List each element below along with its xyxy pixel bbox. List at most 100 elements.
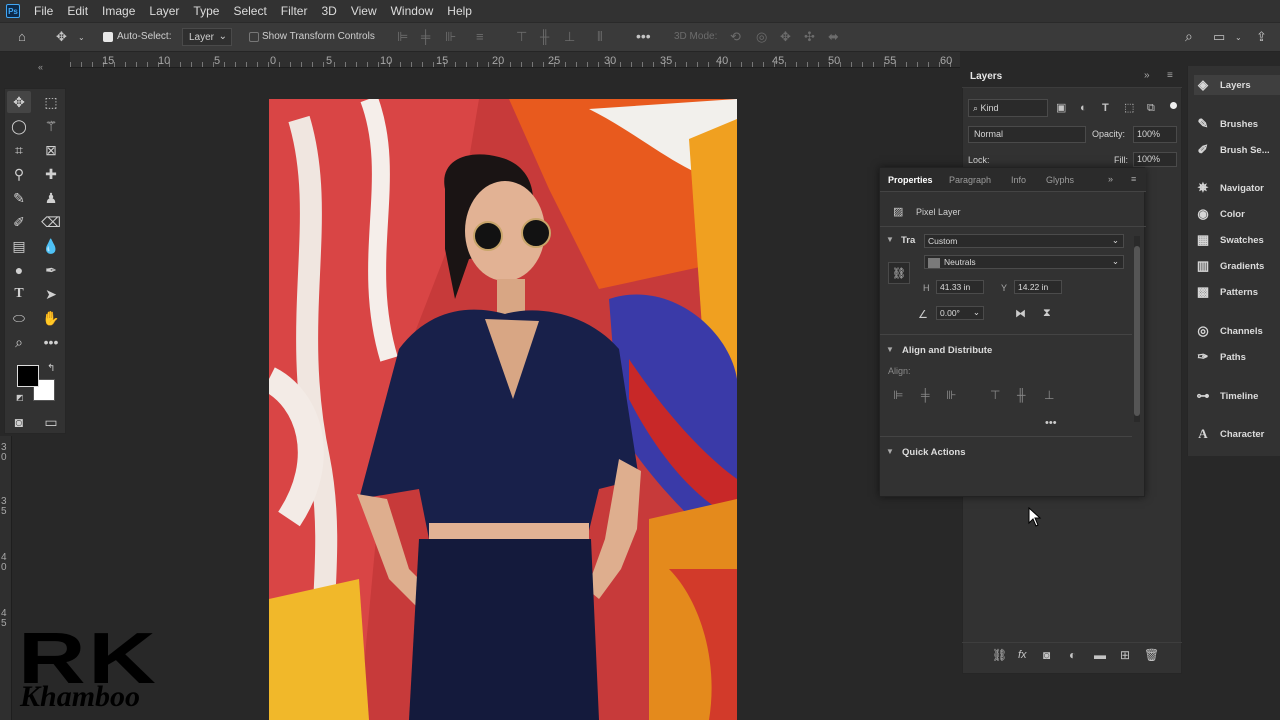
lasso-tool-icon[interactable]: ◯	[7, 115, 31, 137]
menu-layer[interactable]: Layer	[143, 4, 187, 18]
opacity-field[interactable]: 100%	[1133, 126, 1177, 143]
fx-icon[interactable]: fx	[1018, 648, 1027, 662]
delete-layer-icon[interactable]: 🗑	[1144, 648, 1159, 662]
brush-tool-icon[interactable]: ✎	[7, 187, 31, 209]
share-icon[interactable]: ⇪	[1256, 30, 1267, 44]
section-chevron-icon[interactable]: ▼	[886, 345, 894, 354]
transform-section-title[interactable]: Tra	[901, 235, 915, 246]
align-hcenter-icon[interactable]: ╪	[921, 388, 930, 402]
tab-info[interactable]: Info	[1011, 175, 1026, 185]
align-bottom-icon[interactable]: ⊥	[1044, 388, 1054, 402]
layer-filter-dropdown[interactable]: ⌕ Kind	[968, 99, 1048, 117]
pen-tool-icon[interactable]: ✒	[39, 259, 63, 281]
new-group-icon[interactable]: ▬	[1094, 648, 1106, 662]
menu-file[interactable]: File	[28, 4, 61, 18]
collapse-panel-icon[interactable]: »	[1144, 70, 1150, 81]
dock-gradients[interactable]: ▥ Gradients	[1194, 256, 1280, 276]
dock-paths[interactable]: ✑ Paths	[1194, 347, 1280, 367]
distribute-vertical-icon[interactable]: ⦀	[597, 30, 603, 44]
dock-brush-settings[interactable]: ✐ Brush Se...	[1194, 140, 1280, 160]
gradient-tool-icon[interactable]: ▤	[7, 235, 31, 257]
search-icon[interactable]: ⌕	[1185, 29, 1193, 43]
align-left-icon[interactable]: ⊫	[397, 30, 408, 44]
transform-preset-dropdown[interactable]: Custom ⌄	[924, 234, 1124, 248]
healing-brush-icon[interactable]: ✚	[39, 163, 63, 185]
menu-select[interactable]: Select	[227, 4, 274, 18]
quick-mask-icon[interactable]: ◙	[7, 411, 31, 433]
blend-mode-dropdown[interactable]: Normal	[968, 126, 1086, 143]
menu-type[interactable]: Type	[187, 4, 227, 18]
home-icon[interactable]: ⌂	[18, 30, 26, 44]
history-brush-icon[interactable]: ✐	[7, 211, 31, 233]
height-field[interactable]: 41.33 in	[936, 280, 984, 294]
move-tool-icon[interactable]: ✥	[56, 30, 67, 44]
path-selection-icon[interactable]: ➤	[39, 283, 63, 305]
dock-patterns[interactable]: ▩ Patterns	[1194, 282, 1280, 302]
chevron-down-icon[interactable]: ⌄	[78, 31, 85, 45]
type-filter-icon[interactable]: T	[1102, 101, 1109, 115]
blur-tool-icon[interactable]: 💧	[39, 235, 63, 257]
dock-color[interactable]: ◉ Color	[1194, 204, 1280, 224]
smart-object-filter-icon[interactable]: ⧉	[1147, 101, 1155, 115]
panel-menu-icon[interactable]: ≡	[1167, 70, 1173, 81]
workspace-chevron-icon[interactable]: ⌄	[1235, 31, 1242, 45]
align-vcenter-icon[interactable]: ╫	[1017, 388, 1026, 402]
default-colors-icon[interactable]: ◩	[16, 393, 24, 402]
3d-scale-icon[interactable]: ⬌	[828, 30, 839, 44]
edit-toolbar-icon[interactable]: •••	[39, 331, 63, 353]
marquee-tool-icon[interactable]: ⬚	[39, 91, 63, 113]
link-layers-icon[interactable]: ⛓	[992, 648, 1007, 662]
y-field[interactable]: 14.22 in	[1014, 280, 1062, 294]
tab-properties[interactable]: Properties	[888, 175, 933, 185]
toolbox-header[interactable]: «	[4, 62, 66, 74]
quick-actions-title[interactable]: Quick Actions	[902, 447, 966, 458]
menu-window[interactable]: Window	[385, 4, 442, 18]
more-align-options-icon[interactable]: •••	[1045, 417, 1057, 429]
foreground-color-swatch[interactable]	[17, 365, 39, 387]
clone-stamp-icon[interactable]: ♟	[39, 187, 63, 209]
more-options-icon[interactable]: •••	[636, 29, 651, 43]
adjustment-layer-icon[interactable]: ◐	[1069, 648, 1076, 662]
adjustment-filter-icon[interactable]: ◐	[1080, 101, 1087, 115]
dock-timeline[interactable]: ⊶ Timeline	[1194, 386, 1280, 406]
menu-view[interactable]: View	[345, 4, 385, 18]
align-top-icon[interactable]: ⊤	[990, 388, 1000, 402]
flip-vertical-icon[interactable]: ⧗	[1043, 307, 1051, 320]
zoom-tool-icon[interactable]: ⌕	[7, 331, 31, 353]
type-tool-icon[interactable]: T	[7, 283, 31, 305]
eraser-tool-icon[interactable]: ⌫	[39, 211, 63, 233]
tab-glyphs[interactable]: Glyphs	[1046, 175, 1074, 185]
hand-tool-icon[interactable]: ✋	[39, 307, 63, 329]
pixel-filter-icon[interactable]: ▣	[1056, 101, 1066, 115]
swap-colors-icon[interactable]: ↰	[47, 363, 55, 374]
link-dimensions-icon[interactable]: ⛓	[888, 262, 910, 284]
panel-menu-icon[interactable]: ≡	[1131, 174, 1136, 184]
align-section-title[interactable]: Align and Distribute	[902, 345, 992, 356]
menu-image[interactable]: Image	[96, 4, 143, 18]
collapse-panel-icon[interactable]: »	[1108, 174, 1113, 184]
add-mask-icon[interactable]: ◙	[1043, 648, 1050, 662]
align-bottom-icon[interactable]: ⊥	[564, 30, 575, 44]
dock-character[interactable]: A Character	[1194, 424, 1280, 444]
crop-tool-icon[interactable]: ⌗	[7, 139, 31, 161]
3d-pan-icon[interactable]: ✥	[780, 30, 791, 44]
angle-field[interactable]: 0.00° ⌄	[936, 306, 984, 320]
menu-help[interactable]: Help	[441, 4, 480, 18]
shape-filter-icon[interactable]: ⬚	[1124, 101, 1134, 115]
workspace-icon[interactable]: ▭	[1213, 30, 1225, 44]
fill-field[interactable]: 100%	[1133, 152, 1177, 167]
3d-roll-icon[interactable]: ◎	[756, 30, 767, 44]
align-vcenter-icon[interactable]: ╫	[540, 30, 549, 44]
scrollbar-thumb[interactable]	[1134, 246, 1140, 416]
flip-horizontal-icon[interactable]: ⧓	[1015, 307, 1026, 320]
menu-3d[interactable]: 3D	[315, 4, 344, 18]
swatch-dropdown[interactable]: Neutrals ⌄	[924, 255, 1124, 269]
section-chevron-icon[interactable]: ▼	[886, 447, 894, 456]
dock-swatches[interactable]: ▦ Swatches	[1194, 230, 1280, 250]
align-hcenter-icon[interactable]: ╪	[421, 30, 430, 44]
auto-select-dropdown[interactable]: Layer ⌄	[182, 28, 232, 46]
frame-tool-icon[interactable]: ⊠	[39, 139, 63, 161]
dodge-tool-icon[interactable]: ●	[7, 259, 31, 281]
move-tool-icon[interactable]: ✥	[7, 91, 31, 113]
properties-scrollbar[interactable]	[1134, 236, 1140, 422]
